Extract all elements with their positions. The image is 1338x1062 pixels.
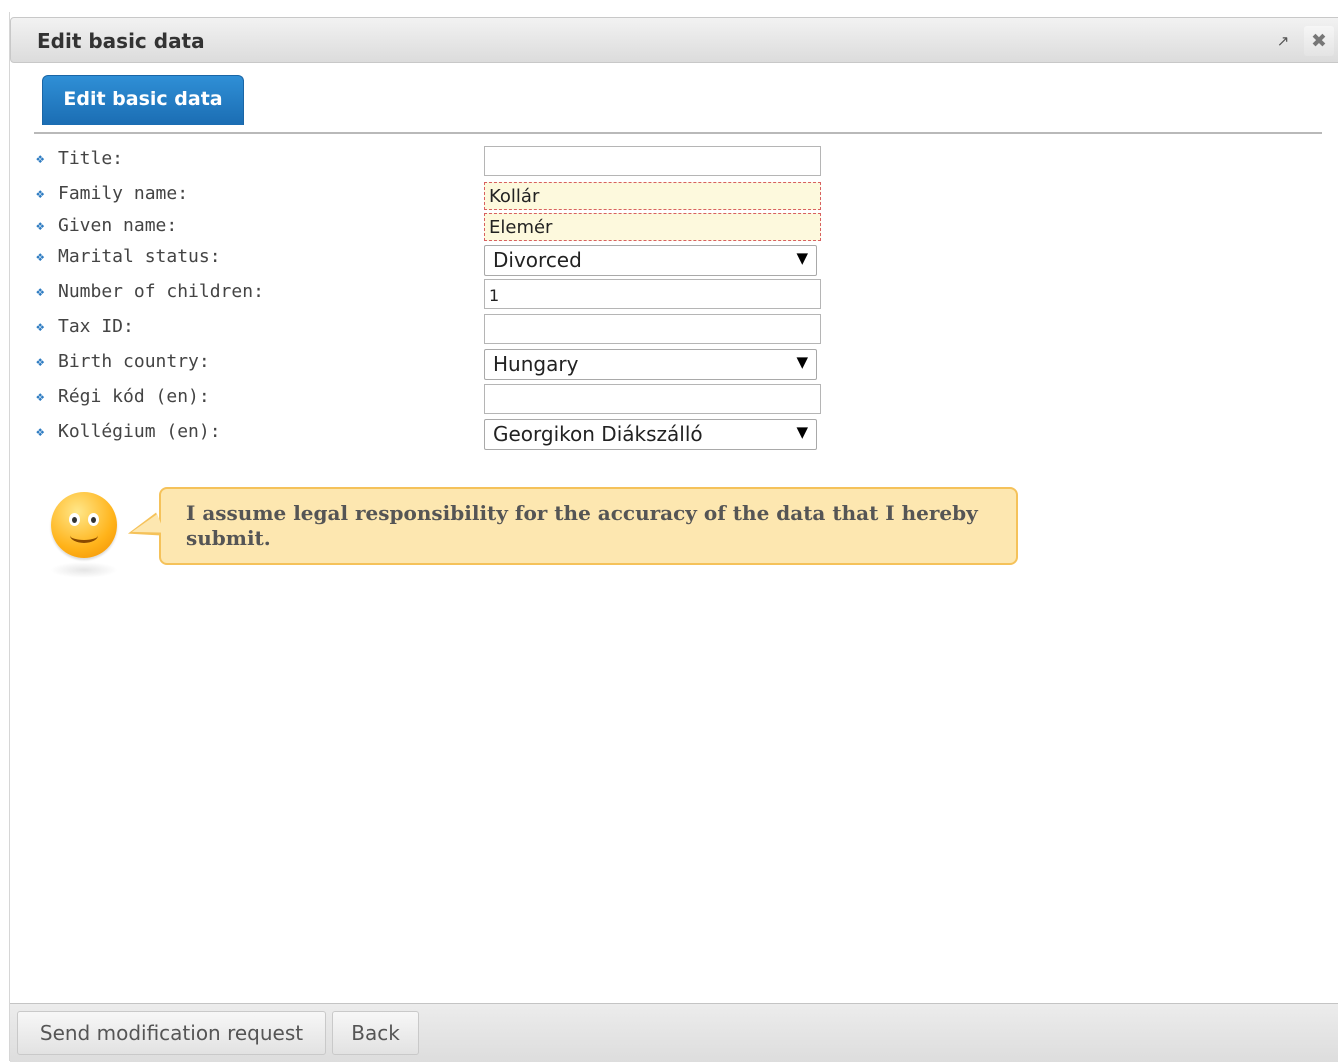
- form-row-family-name: ❖ Family name:: [36, 179, 936, 211]
- children-input[interactable]: [484, 279, 821, 309]
- diamond-bullet-icon: ❖: [36, 249, 45, 265]
- title-label: ❖ Title:: [36, 148, 124, 169]
- form-row-given-name: ❖ Given name:: [36, 211, 936, 243]
- dialog-titlebar: Edit basic data ↗ ✖: [10, 17, 1338, 63]
- close-icon[interactable]: ✖: [1304, 26, 1334, 56]
- speech-bubble: I assume legal responsibility for the ac…: [159, 487, 1018, 565]
- marital-status-label: ❖ Marital status:: [36, 246, 221, 267]
- family-name-input[interactable]: [484, 182, 821, 210]
- tax-id-label: ❖ Tax ID:: [36, 316, 134, 337]
- family-name-label: ❖ Family name:: [36, 183, 189, 204]
- smiley-icon: [51, 492, 117, 558]
- dialog-title: Edit basic data: [37, 29, 205, 53]
- legal-notice: I assume legal responsibility for the ac…: [40, 474, 1030, 594]
- tax-id-input[interactable]: [484, 314, 821, 344]
- form-row-children: ❖ Number of children:: [36, 277, 936, 309]
- diamond-bullet-icon: ❖: [36, 218, 45, 234]
- tab-bar: Edit basic data: [34, 75, 1322, 134]
- dialog-window: Edit basic data ↗ ✖ Edit basic data ❖ Tit…: [9, 12, 1338, 1062]
- diamond-bullet-icon: ❖: [36, 354, 45, 370]
- legal-notice-text: I assume legal responsibility for the ac…: [186, 501, 978, 550]
- form-row-tax-id: ❖ Tax ID:: [36, 312, 936, 344]
- diamond-bullet-icon: ❖: [36, 186, 45, 202]
- marital-status-select[interactable]: Divorced ▼: [484, 245, 817, 276]
- dropdown-arrow-icon: ▼: [796, 353, 808, 371]
- dialog-footer: Send modification request Back: [10, 1003, 1338, 1062]
- children-label: ❖ Number of children:: [36, 281, 264, 302]
- given-name-label: ❖ Given name:: [36, 215, 178, 236]
- dropdown-arrow-icon: ▼: [796, 423, 808, 441]
- marital-status-value: Divorced: [493, 248, 582, 272]
- given-name-input[interactable]: [484, 213, 821, 241]
- form-row-birth-country: ❖ Birth country: Hungary ▼: [36, 347, 936, 380]
- diamond-bullet-icon: ❖: [36, 389, 45, 405]
- smiley-shadow: [50, 562, 118, 578]
- tab-edit-basic-data[interactable]: Edit basic data: [42, 75, 244, 125]
- popout-icon[interactable]: ↗: [1274, 32, 1292, 50]
- form-row-title: ❖ Title:: [36, 144, 936, 176]
- regi-kod-input[interactable]: [484, 384, 821, 414]
- diamond-bullet-icon: ❖: [36, 319, 45, 335]
- back-button[interactable]: Back: [332, 1011, 419, 1055]
- diamond-bullet-icon: ❖: [36, 151, 45, 167]
- diamond-bullet-icon: ❖: [36, 284, 45, 300]
- form-row-marital-status: ❖ Marital status: Divorced ▼: [36, 242, 936, 276]
- regi-kod-label: ❖ Régi kód (en):: [36, 386, 210, 407]
- send-modification-request-button[interactable]: Send modification request: [17, 1011, 326, 1055]
- kollegium-value: Georgikon Diákszálló: [493, 422, 703, 446]
- birth-country-label: ❖ Birth country:: [36, 351, 210, 372]
- form-row-regi-kod: ❖ Régi kód (en):: [36, 382, 936, 414]
- birth-country-select[interactable]: Hungary ▼: [484, 349, 817, 380]
- birth-country-value: Hungary: [493, 352, 579, 376]
- dropdown-arrow-icon: ▼: [796, 249, 808, 267]
- form-row-kollegium: ❖ Kollégium (en): Georgikon Diákszálló ▼: [36, 417, 936, 450]
- kollegium-label: ❖ Kollégium (en):: [36, 421, 221, 442]
- kollegium-select[interactable]: Georgikon Diákszálló ▼: [484, 419, 817, 450]
- title-input[interactable]: [484, 146, 821, 176]
- diamond-bullet-icon: ❖: [36, 424, 45, 440]
